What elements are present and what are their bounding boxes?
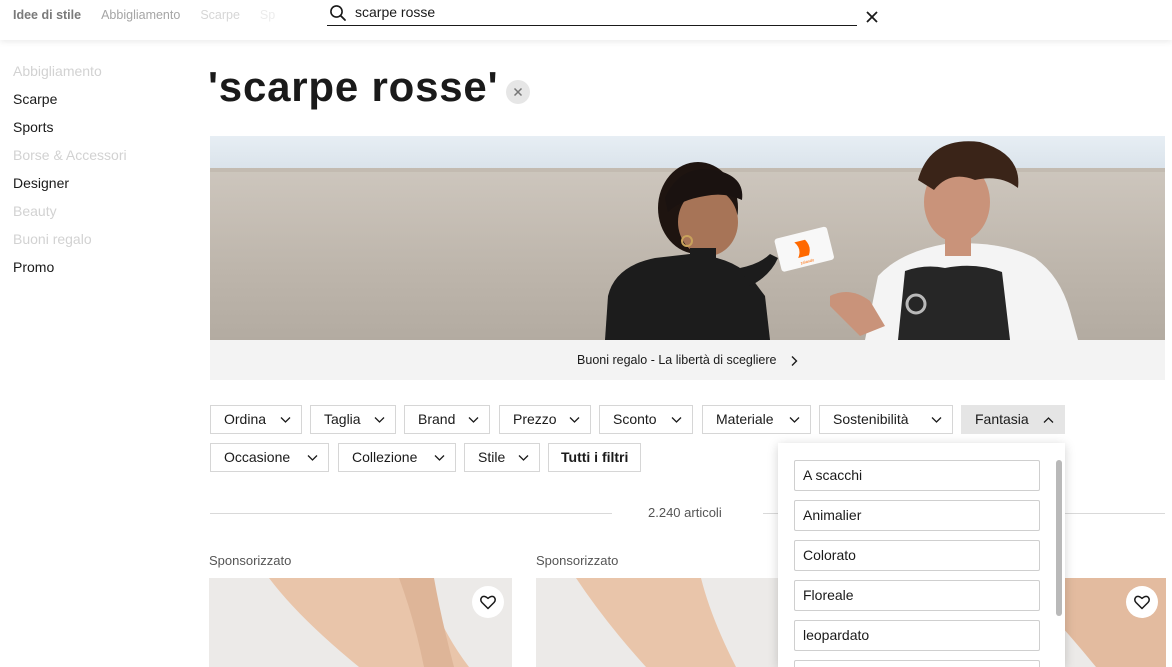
filter-sort-button[interactable]: Ordina bbox=[210, 405, 302, 434]
heart-icon bbox=[480, 595, 496, 610]
clear-search-close-icon[interactable] bbox=[863, 8, 881, 26]
filter-label: Sconto bbox=[613, 411, 657, 427]
chevron-down-icon bbox=[789, 417, 800, 423]
category-sidebar: Abbigliamento Scarpe Sports Borse & Acce… bbox=[13, 62, 127, 286]
favorite-button[interactable] bbox=[1126, 586, 1158, 618]
top-nav-item-style-ideas[interactable]: Idee di stile bbox=[13, 8, 81, 22]
chevron-down-icon bbox=[307, 455, 318, 461]
filter-style-button[interactable]: Stile bbox=[464, 443, 540, 472]
sidebar-item-beauty[interactable]: Beauty bbox=[13, 202, 127, 230]
sidebar-item-shoes[interactable]: Scarpe bbox=[13, 90, 127, 118]
chevron-down-icon bbox=[374, 417, 385, 423]
sidebar-item-sports[interactable]: Sports bbox=[13, 118, 127, 146]
page-title: 'scarpe rosse' bbox=[208, 63, 499, 110]
filter-label: Occasione bbox=[224, 449, 291, 465]
chevron-down-icon bbox=[468, 417, 479, 423]
sidebar-item-clothing[interactable]: Abbigliamento bbox=[13, 62, 127, 90]
filter-label: Collezione bbox=[352, 449, 418, 465]
top-nav-item-clothing[interactable]: Abbigliamento bbox=[101, 8, 180, 22]
banner-caption-text: Buoni regalo - La libertà di scegliere bbox=[577, 353, 777, 367]
filter-occasion-button[interactable]: Occasione bbox=[210, 443, 329, 472]
pattern-option-colorful[interactable]: Colorato bbox=[794, 540, 1040, 571]
filter-collection-button[interactable]: Collezione bbox=[338, 443, 456, 472]
filter-label: Stile bbox=[478, 449, 506, 465]
results-divider-left bbox=[210, 513, 612, 514]
sidebar-item-designer[interactable]: Designer bbox=[13, 174, 127, 202]
chevron-right-icon bbox=[791, 355, 798, 366]
chevron-down-icon bbox=[280, 417, 291, 423]
sidebar-item-bags-accessories[interactable]: Borse & Accessori bbox=[13, 146, 127, 174]
search-icon bbox=[330, 5, 346, 21]
filter-label: Prezzo bbox=[513, 411, 557, 427]
filter-pattern-button[interactable]: Fantasia bbox=[961, 405, 1065, 434]
banner-image: zalando bbox=[210, 136, 1165, 340]
search-bar bbox=[327, 0, 857, 26]
product-image bbox=[269, 578, 469, 667]
chevron-down-icon bbox=[434, 455, 445, 461]
banner-caption[interactable]: Buoni regalo - La libertà di scegliere bbox=[210, 340, 1165, 380]
filter-label: Sostenibilità bbox=[833, 411, 909, 427]
filter-price-button[interactable]: Prezzo bbox=[499, 405, 591, 434]
filter-label: Brand bbox=[418, 411, 456, 427]
pattern-option-next[interactable] bbox=[794, 660, 1040, 667]
all-filters-button[interactable]: Tutti i filtri bbox=[548, 443, 641, 472]
filter-size-button[interactable]: Taglia bbox=[310, 405, 396, 434]
filter-sustainability-button[interactable]: Sostenibilità bbox=[819, 405, 953, 434]
chevron-down-icon bbox=[671, 417, 682, 423]
results-count: 2.240 articoli bbox=[648, 505, 722, 520]
filter-label: Materiale bbox=[716, 411, 774, 427]
chevron-up-icon bbox=[1043, 417, 1054, 423]
filter-label: Taglia bbox=[324, 411, 361, 427]
sidebar-item-gift-cards[interactable]: Buoni regalo bbox=[13, 230, 127, 258]
filter-label: Tutti i filtri bbox=[561, 449, 629, 465]
favorite-button[interactable] bbox=[472, 586, 504, 618]
sponsored-label: Sponsorizzato bbox=[536, 553, 619, 568]
pattern-option-checkered[interactable]: A scacchi bbox=[794, 460, 1040, 491]
pattern-option-leopard[interactable]: leopardato bbox=[794, 620, 1040, 651]
filter-label: Fantasia bbox=[975, 411, 1029, 427]
sponsored-label: Sponsorizzato bbox=[209, 553, 292, 568]
top-nav-item-shoes[interactable]: Scarpe bbox=[200, 8, 240, 22]
search-input[interactable] bbox=[355, 2, 845, 22]
pattern-filter-dropdown: A scacchi Animalier Colorato Floreale le… bbox=[778, 443, 1065, 667]
close-icon bbox=[513, 87, 523, 97]
sidebar-item-promo[interactable]: Promo bbox=[13, 258, 127, 286]
top-nav-item-sports[interactable]: Sp bbox=[260, 8, 275, 22]
chevron-down-icon bbox=[569, 417, 580, 423]
filter-discount-button[interactable]: Sconto bbox=[599, 405, 693, 434]
clear-query-button[interactable] bbox=[506, 80, 530, 104]
heart-icon bbox=[1134, 595, 1150, 610]
pattern-option-floral[interactable]: Floreale bbox=[794, 580, 1040, 611]
top-bar: Idee di stile Abbigliamento Scarpe Sp bbox=[0, 0, 1172, 40]
chevron-down-icon bbox=[518, 455, 529, 461]
chevron-down-icon bbox=[931, 417, 942, 423]
top-nav: Idee di stile Abbigliamento Scarpe Sp bbox=[13, 8, 295, 22]
promo-banner[interactable]: zalando Buoni regalo - La libertà di sce… bbox=[210, 136, 1165, 380]
filter-label: Ordina bbox=[224, 411, 267, 427]
filter-brand-button[interactable]: Brand bbox=[404, 405, 490, 434]
filter-material-button[interactable]: Materiale bbox=[702, 405, 811, 434]
pattern-option-animal[interactable]: Animalier bbox=[794, 500, 1040, 531]
dropdown-scrollbar-thumb[interactable] bbox=[1056, 460, 1062, 616]
product-card-image[interactable] bbox=[209, 578, 512, 667]
